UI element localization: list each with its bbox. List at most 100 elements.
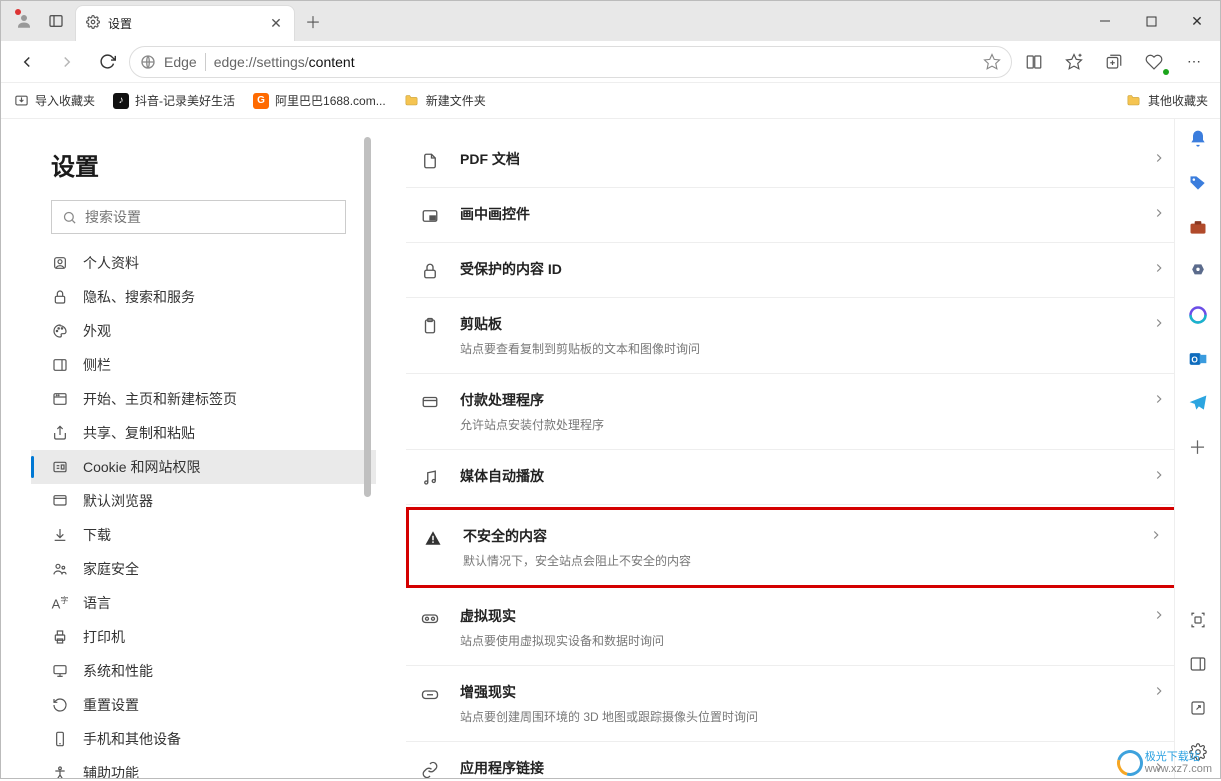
nav-label: 语言 [83, 593, 111, 613]
profile-icon[interactable] [9, 1, 39, 41]
sidebar-item-reset[interactable]: 重置设置 [31, 688, 376, 722]
address-bar[interactable]: Edge edge://settings/content [129, 46, 1012, 78]
setting-protected-content[interactable]: 受保护的内容 ID [406, 243, 1180, 298]
sidebar-item-start[interactable]: 开始、主页和新建标签页 [31, 382, 376, 416]
import-icon [13, 93, 29, 109]
sidebar-item-family[interactable]: 家庭安全 [31, 552, 376, 586]
setting-ar[interactable]: 增强现实站点要创建周围环境的 3D 地图或跟踪摄像头位置时询问 [406, 666, 1180, 742]
chevron-right-icon [1152, 684, 1166, 701]
telegram-icon[interactable] [1184, 389, 1212, 417]
sidebar-item-profile[interactable]: 个人资料 [31, 246, 376, 280]
nav-label: 辅助功能 [83, 763, 139, 778]
bookmark-alibaba[interactable]: G 阿里巴巴1688.com... [253, 92, 386, 109]
chevron-right-icon [1152, 316, 1166, 333]
close-tab-icon[interactable]: ✕ [268, 15, 284, 32]
window-icon [51, 390, 69, 408]
setting-pdf[interactable]: PDF 文档 [406, 133, 1180, 188]
maximize-button[interactable] [1128, 1, 1174, 41]
pip-icon [420, 206, 440, 226]
sidebar-icon [51, 356, 69, 374]
row-title: 虚拟现实 [460, 606, 1132, 626]
bookmark-folder[interactable]: 新建文件夹 [404, 92, 486, 109]
minimize-button[interactable] [1082, 1, 1128, 41]
setting-app-links[interactable]: 应用程序链接 [406, 742, 1180, 778]
forward-button[interactable] [49, 46, 85, 78]
browser-tab[interactable]: 设置 ✕ [75, 5, 295, 41]
share-icon [51, 424, 69, 442]
toolbox-icon[interactable] [1184, 213, 1212, 241]
sidebar-item-downloads[interactable]: 下载 [31, 518, 376, 552]
collections-icon[interactable] [1096, 46, 1132, 78]
sidebar-scrollbar[interactable] [364, 119, 372, 778]
favorites-icon[interactable] [1056, 46, 1092, 78]
menu-button[interactable]: ⋯ [1176, 46, 1212, 78]
sidebar-item-default-browser[interactable]: 默认浏览器 [31, 484, 376, 518]
palette-icon [51, 322, 69, 340]
sidebar-item-sidebar[interactable]: 侧栏 [31, 348, 376, 382]
gear-icon [86, 15, 100, 32]
bookmark-douyin[interactable]: ♪ 抖音-记录美好生活 [113, 92, 235, 109]
close-window-button[interactable]: ✕ [1174, 1, 1220, 41]
search-input[interactable] [85, 209, 335, 225]
credit-card-icon [420, 392, 440, 412]
sidebar-capture-icon[interactable] [1184, 606, 1212, 634]
sidebar-item-accessibility[interactable]: 辅助功能 [31, 756, 376, 778]
sidebar-item-cookies[interactable]: Cookie 和网站权限 [31, 450, 376, 484]
setting-clipboard[interactable]: 剪贴板站点要查看复制到剪贴板的文本和图像时询问 [406, 298, 1180, 374]
setting-insecure-content[interactable]: 不安全的内容默认情况下，安全站点会阻止不安全的内容 [409, 510, 1177, 585]
chevron-right-icon [1152, 206, 1166, 223]
sidebar-item-printer[interactable]: 打印机 [31, 620, 376, 654]
sidebar-panel-icon[interactable] [1184, 650, 1212, 678]
nav-label: 侧栏 [83, 355, 111, 375]
sidebar-item-language[interactable]: A字语言 [31, 586, 376, 620]
bookmarks-bar: 导入收藏夹 ♪ 抖音-记录美好生活 G 阿里巴巴1688.com... 新建文件… [1, 83, 1220, 119]
nav-label: 打印机 [83, 627, 125, 647]
nav-label: 家庭安全 [83, 559, 139, 579]
titlebar: 设置 ✕ ＋ ✕ [1, 1, 1220, 41]
copilot-icon[interactable] [1184, 301, 1212, 329]
browser-essentials-icon[interactable] [1136, 46, 1172, 78]
watermark-logo-icon [1112, 745, 1148, 781]
sidebar-item-privacy[interactable]: 隐私、搜索和服务 [31, 280, 376, 314]
toolbar: Edge edge://settings/content ⋯ [1, 41, 1220, 83]
shopping-tag-icon[interactable] [1184, 169, 1212, 197]
import-favorites-label: 导入收藏夹 [35, 92, 95, 109]
add-sidebar-icon[interactable]: ＋ [1184, 433, 1212, 461]
sidebar-external-icon[interactable] [1184, 694, 1212, 722]
import-favorites-button[interactable]: 导入收藏夹 [13, 92, 95, 109]
row-desc: 允许站点安装付款处理程序 [460, 416, 1132, 433]
nav-label: 个人资料 [83, 253, 139, 273]
refresh-button[interactable] [89, 46, 125, 78]
nav-label: 隐私、搜索和服务 [83, 287, 195, 307]
url-text: edge://settings/content [214, 54, 975, 70]
split-screen-icon[interactable] [1016, 46, 1052, 78]
sidebar-item-system[interactable]: 系统和性能 [31, 654, 376, 688]
tab-actions-icon[interactable] [39, 1, 73, 41]
bell-icon[interactable] [1184, 125, 1212, 153]
search-settings-box[interactable] [51, 200, 346, 234]
reset-icon [51, 696, 69, 714]
sidebar-item-devices[interactable]: 手机和其他设备 [31, 722, 376, 756]
outlook-icon[interactable]: O [1184, 345, 1212, 373]
new-tab-button[interactable]: ＋ [297, 1, 329, 41]
other-favorites[interactable]: 其他收藏夹 [1126, 92, 1208, 109]
browser-icon [51, 492, 69, 510]
edge-sidebar: O ＋ [1174, 119, 1220, 778]
chevron-right-icon [1152, 392, 1166, 409]
sidebar-item-share[interactable]: 共享、复制和粘贴 [31, 416, 376, 450]
ar-icon [420, 684, 440, 704]
favorite-icon[interactable] [983, 53, 1001, 71]
search-icon [62, 210, 77, 225]
nav-label: 手机和其他设备 [83, 729, 181, 749]
setting-pip[interactable]: 画中画控件 [406, 188, 1180, 243]
games-icon[interactable] [1184, 257, 1212, 285]
nav-label: 重置设置 [83, 695, 139, 715]
setting-autoplay[interactable]: 媒体自动播放 [406, 450, 1180, 505]
setting-payment[interactable]: 付款处理程序允许站点安装付款处理程序 [406, 374, 1180, 450]
douyin-favicon: ♪ [113, 93, 129, 109]
back-button[interactable] [9, 46, 45, 78]
setting-vr[interactable]: 虚拟现实站点要使用虚拟现实设备和数据时询问 [406, 590, 1180, 666]
divider [205, 53, 206, 71]
sidebar-item-appearance[interactable]: 外观 [31, 314, 376, 348]
folder-icon [1126, 93, 1142, 109]
